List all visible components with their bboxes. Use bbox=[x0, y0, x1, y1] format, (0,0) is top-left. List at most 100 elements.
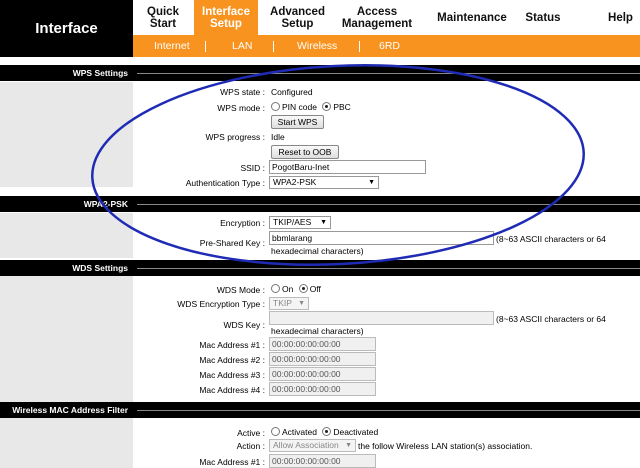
encryption-label: Encryption : bbox=[220, 218, 265, 228]
dropdown-arrow-icon: ▼ bbox=[320, 219, 327, 226]
wds-key-label: WDS Key : bbox=[223, 320, 265, 330]
wds-key-hint: (8~63 ASCII characters or 64 bbox=[496, 314, 606, 324]
psk-input[interactable]: bbmlarang bbox=[269, 231, 494, 245]
wds-settings-header: WDS Settings bbox=[0, 260, 640, 276]
subnav-divider bbox=[359, 41, 360, 52]
wds-mac2-input[interactable]: 00:00:00:00:00:00 bbox=[269, 352, 376, 366]
wps-state-value: Configured bbox=[271, 87, 313, 97]
mac-filter-activated-label: Activated bbox=[282, 427, 317, 437]
wds-mac1-label: Mac Address #1 : bbox=[199, 340, 265, 350]
wds-mode-on-label: On bbox=[282, 284, 294, 294]
nav-interface-setup[interactable]: Interface Setup bbox=[194, 0, 258, 35]
reset-oob-button[interactable]: Reset to OOB bbox=[271, 145, 339, 159]
nav-label: Start bbox=[149, 17, 177, 30]
wds-encryption-select[interactable]: TKIP ▼ bbox=[269, 297, 309, 310]
ssid-label: SSID : bbox=[240, 163, 265, 173]
encryption-value: TKIP/AES bbox=[273, 217, 312, 227]
divider bbox=[137, 204, 640, 205]
divider bbox=[137, 410, 640, 411]
auth-type-select[interactable]: WPA2-PSK ▼ bbox=[269, 176, 379, 189]
wds-mode-off-label: Off bbox=[309, 284, 321, 294]
subnav-internet[interactable]: Internet bbox=[154, 35, 190, 57]
dropdown-arrow-icon: ▼ bbox=[345, 442, 352, 449]
nav-label: Setup bbox=[210, 17, 242, 30]
mac-filter-header: Wireless MAC Address Filter bbox=[0, 402, 640, 418]
wds-mode-off-radio[interactable] bbox=[298, 284, 308, 293]
nav-label: Advanced bbox=[270, 5, 325, 18]
wps-mode-pin-radio[interactable] bbox=[271, 102, 280, 111]
wpa2-psk-header: WPA2-PSK bbox=[0, 196, 640, 212]
left-column bbox=[0, 274, 133, 402]
nav-quick-start[interactable]: Quick Start bbox=[133, 0, 193, 35]
dropdown-arrow-icon: ▼ bbox=[368, 179, 375, 186]
wds-key-input[interactable] bbox=[269, 311, 494, 325]
mac-filter-mac1-input[interactable]: 00:00:00:00:00:00 bbox=[269, 454, 376, 468]
wps-mode-group: PIN code PBC bbox=[271, 102, 351, 112]
nav-help[interactable]: Help bbox=[601, 0, 640, 35]
auth-type-value: WPA2-PSK bbox=[273, 177, 317, 187]
subnav-divider bbox=[205, 41, 206, 52]
nav-label: Access bbox=[356, 5, 398, 18]
wds-encryption-label: WDS Encryption Type : bbox=[177, 299, 265, 309]
nav-label: Maintenance bbox=[437, 11, 507, 24]
mac-filter-active-group: Activated Deactivated bbox=[271, 427, 378, 437]
mac-filter-action-suffix: the follow Wireless LAN station(s) assoc… bbox=[358, 441, 533, 451]
wds-key-hint-cont: hexadecimal characters) bbox=[271, 326, 364, 336]
wps-progress-value: Idle bbox=[271, 132, 285, 142]
wps-mode-pin-label: PIN code bbox=[282, 102, 317, 112]
divider bbox=[137, 268, 640, 269]
mac-filter-deactivated-label: Deactivated bbox=[333, 427, 379, 437]
psk-label: Pre-Shared Key : bbox=[199, 238, 265, 248]
left-column bbox=[0, 418, 133, 468]
nav-label: Help bbox=[608, 11, 633, 24]
wds-mac4-label: Mac Address #4 : bbox=[199, 385, 265, 395]
wds-mode-group: On Off bbox=[271, 284, 321, 294]
wds-mac3-input[interactable]: 00:00:00:00:00:00 bbox=[269, 367, 376, 381]
wps-mode-pbc-label: PBC bbox=[333, 102, 351, 112]
brand-logo: Interface bbox=[0, 0, 133, 57]
section-title: WPA2-PSK bbox=[83, 199, 128, 209]
mac-filter-active-label: Active : bbox=[237, 428, 265, 438]
nav-label: Interface bbox=[202, 5, 250, 18]
nav-label: Setup bbox=[281, 17, 314, 30]
subnav-wireless[interactable]: Wireless bbox=[297, 35, 337, 57]
nav-advanced-setup[interactable]: Advanced Setup bbox=[259, 0, 336, 35]
wps-mode-pbc-radio[interactable] bbox=[322, 102, 332, 111]
brand-text: Interface bbox=[35, 20, 98, 37]
start-wps-button[interactable]: Start WPS bbox=[271, 115, 324, 129]
wds-mac2-label: Mac Address #2 : bbox=[199, 355, 265, 365]
nav-label: Quick bbox=[147, 5, 179, 18]
wds-encryption-value: TKIP bbox=[273, 298, 292, 308]
section-title: Wireless MAC Address Filter bbox=[12, 405, 128, 415]
nav-label: Management bbox=[341, 17, 413, 30]
psk-hint: (8~63 ASCII characters or 64 bbox=[496, 234, 606, 244]
nav-access-management[interactable]: Access Management bbox=[337, 0, 417, 35]
nav-status[interactable]: Status bbox=[511, 0, 575, 35]
wps-mode-label: WPS mode : bbox=[217, 103, 265, 113]
mac-filter-activated-radio[interactable] bbox=[271, 427, 280, 436]
encryption-select[interactable]: TKIP/AES ▼ bbox=[269, 216, 331, 229]
nav-label: Status bbox=[525, 11, 561, 24]
ssid-input[interactable]: PogotBaru-Inet bbox=[269, 160, 426, 174]
auth-type-label: Authentication Type : bbox=[185, 178, 265, 188]
subnav-6rd[interactable]: 6RD bbox=[379, 35, 400, 57]
nav-maintenance[interactable]: Maintenance bbox=[431, 0, 513, 35]
top-nav: Quick Start Interface Setup Advanced Setup … bbox=[133, 0, 640, 35]
mac-filter-action-value: Allow Association bbox=[273, 440, 339, 450]
left-column bbox=[0, 213, 133, 258]
mac-filter-deactivated-radio[interactable] bbox=[322, 427, 332, 436]
mac-filter-mac1-label: Mac Address #1 : bbox=[199, 457, 265, 467]
wds-mac4-input[interactable]: 00:00:00:00:00:00 bbox=[269, 382, 376, 396]
divider bbox=[137, 73, 640, 74]
mac-filter-action-label: Action : bbox=[236, 441, 265, 451]
mac-filter-action-select[interactable]: Allow Association ▼ bbox=[269, 439, 356, 452]
subnav-lan[interactable]: LAN bbox=[232, 35, 252, 57]
wps-progress-label: WPS progress : bbox=[205, 132, 265, 142]
wps-state-label: WPS state : bbox=[220, 87, 265, 97]
section-title: WPS Settings bbox=[72, 68, 128, 78]
wds-mac1-input[interactable]: 00:00:00:00:00:00 bbox=[269, 337, 376, 351]
wds-mode-on-radio[interactable] bbox=[271, 284, 280, 293]
left-column bbox=[0, 82, 133, 187]
subnav-divider bbox=[273, 41, 274, 52]
sub-nav: Internet LAN Wireless 6RD bbox=[133, 35, 640, 57]
